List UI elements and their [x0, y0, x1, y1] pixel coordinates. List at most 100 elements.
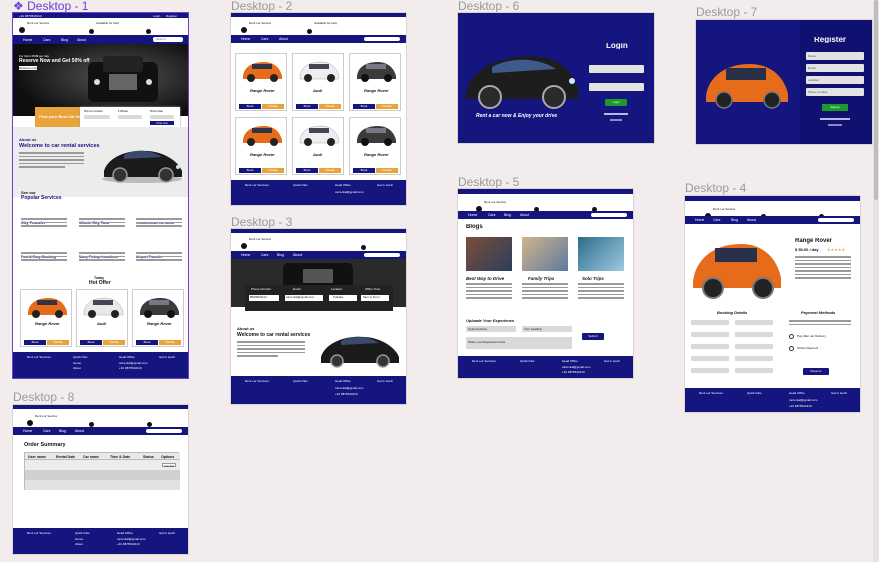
signup-button[interactable]: Signup [822, 104, 848, 111]
details-button[interactable]: Details [319, 168, 341, 173]
nav-about[interactable]: About [520, 213, 529, 217]
car-card[interactable]: Audi Book Details [292, 53, 344, 111]
booking-field[interactable] [735, 356, 773, 361]
footer-link[interactable]: Home [75, 537, 83, 541]
scrollbar-thumb[interactable] [874, 0, 878, 200]
details-button[interactable]: Details [159, 340, 181, 345]
blog-title[interactable]: Solo Trips [582, 276, 604, 282]
booking-field[interactable] [735, 368, 773, 373]
reserve-now-button[interactable]: Reserve now [19, 66, 37, 70]
frame-label-desktop-1[interactable]: ❖ Desktop - 1 [13, 0, 88, 12]
blog-title[interactable]: Best Way to Drive [466, 276, 504, 282]
car-card[interactable]: Range Rover Book Details [235, 53, 287, 111]
search-input[interactable] [818, 218, 854, 222]
canvas-scrollbar[interactable] [873, 0, 879, 562]
booking-field[interactable] [691, 356, 729, 361]
nav-about[interactable]: About [77, 38, 86, 42]
book-button[interactable]: Book [296, 168, 318, 173]
reserve-button[interactable]: Reserve [803, 368, 829, 375]
nav-about[interactable]: About [279, 37, 288, 41]
nav-blog[interactable]: Blog [731, 218, 738, 222]
booking-field[interactable] [735, 320, 773, 325]
nav-blog[interactable]: Blog [504, 213, 511, 217]
nav-home[interactable]: Home [23, 429, 32, 433]
email-value[interactable]: carrental@gmail.com [285, 295, 323, 301]
cancel-order-button[interactable]: Cancel [162, 463, 176, 468]
frame-label-desktop-6[interactable]: Desktop - 6 [458, 0, 519, 12]
nav-cars[interactable]: Cars [488, 213, 495, 217]
details-button[interactable]: Details [376, 168, 398, 173]
car-card[interactable]: Range Rover Book Details [20, 289, 72, 347]
wheels-select[interactable] [118, 115, 142, 119]
details-button[interactable]: Details [47, 340, 69, 345]
car-card[interactable]: Range Rover Book Details [235, 117, 287, 175]
login-button[interactable]: Login [605, 99, 627, 106]
details-button[interactable]: Details [262, 104, 284, 109]
book-button[interactable]: Book [296, 104, 318, 109]
frame-label-desktop-8[interactable]: Desktop - 8 [13, 391, 74, 403]
phone-input[interactable]: Phone number [806, 88, 864, 96]
nav-cars[interactable]: Cars [261, 253, 268, 257]
blog-title[interactable]: Family Trips [528, 276, 554, 282]
search-input[interactable] [364, 37, 400, 41]
book-button[interactable]: Book [239, 168, 261, 173]
details-button[interactable]: Details [319, 104, 341, 109]
nav-home[interactable]: Home [241, 37, 250, 41]
pickup-date-input[interactable] [150, 115, 174, 119]
car-card[interactable]: Range Rover Book Details [132, 289, 184, 347]
nav-about[interactable]: About [747, 218, 756, 222]
login-password-input[interactable] [589, 83, 644, 91]
nav-blog[interactable]: Blog [61, 38, 68, 42]
search-input[interactable] [364, 253, 400, 257]
table-row[interactable] [25, 470, 180, 480]
location-input[interactable]: Location [806, 76, 864, 84]
nav-cars[interactable]: Cars [43, 38, 50, 42]
email-input[interactable]: Email [806, 64, 864, 72]
nav-home[interactable]: Home [23, 38, 32, 42]
table-row[interactable]: Cancel [25, 460, 180, 470]
search-input[interactable] [591, 213, 627, 217]
frame-label-desktop-7[interactable]: Desktop - 7 [696, 6, 757, 18]
heading-input[interactable]: Your heading [522, 326, 572, 332]
details-button[interactable]: Details [103, 340, 125, 345]
nav-home[interactable]: Home [695, 218, 704, 222]
nav-home[interactable]: Home [468, 213, 477, 217]
car-card[interactable]: Range Rover Book Details [349, 117, 401, 175]
details-button[interactable]: Details [376, 104, 398, 109]
find-car-button[interactable]: Find Car [150, 121, 174, 125]
car-card[interactable]: Range Rover Book Details [349, 53, 401, 111]
book-button[interactable]: Book [353, 104, 375, 109]
nav-blog[interactable]: Blog [59, 429, 66, 433]
book-button[interactable]: Book [136, 340, 158, 345]
pickup-location-select[interactable] [84, 115, 110, 119]
booking-field[interactable] [691, 368, 729, 373]
nav-blog[interactable]: Blog [277, 253, 284, 257]
book-button[interactable]: Book [80, 340, 102, 345]
booking-field[interactable] [691, 320, 729, 325]
nav-about[interactable]: About [293, 253, 302, 257]
upload-picture-input[interactable]: Upload picture [466, 326, 516, 332]
login-email-input[interactable] [589, 65, 644, 73]
search-input[interactable]: Search [153, 37, 183, 42]
table-row[interactable] [25, 480, 180, 490]
radio-pay-after[interactable] [789, 334, 794, 339]
nav-about[interactable]: About [75, 429, 84, 433]
frame-label-desktop-5[interactable]: Desktop - 5 [458, 176, 519, 188]
booking-field[interactable] [691, 344, 729, 349]
topbar-register-link[interactable]: Register [166, 14, 177, 18]
frame-label-desktop-2[interactable]: Desktop - 2 [231, 0, 292, 12]
name-input[interactable]: Name [806, 52, 864, 60]
topbar-login-link[interactable]: Login [153, 14, 160, 18]
register-link[interactable] [610, 119, 622, 121]
experience-textarea[interactable]: Share your Experience here [466, 337, 572, 349]
book-button[interactable]: Book [24, 340, 46, 345]
footer-link[interactable]: Home [73, 361, 81, 365]
footer-link[interactable]: About [73, 366, 81, 370]
location-value[interactable]: Kolkata [329, 295, 357, 301]
login-link[interactable] [820, 118, 850, 120]
details-button[interactable]: Details [262, 168, 284, 173]
booking-field[interactable] [735, 344, 773, 349]
phone-value[interactable]: 8529663214 [249, 295, 279, 301]
book-button[interactable]: Book [353, 168, 375, 173]
nav-cars[interactable]: Cars [713, 218, 720, 222]
